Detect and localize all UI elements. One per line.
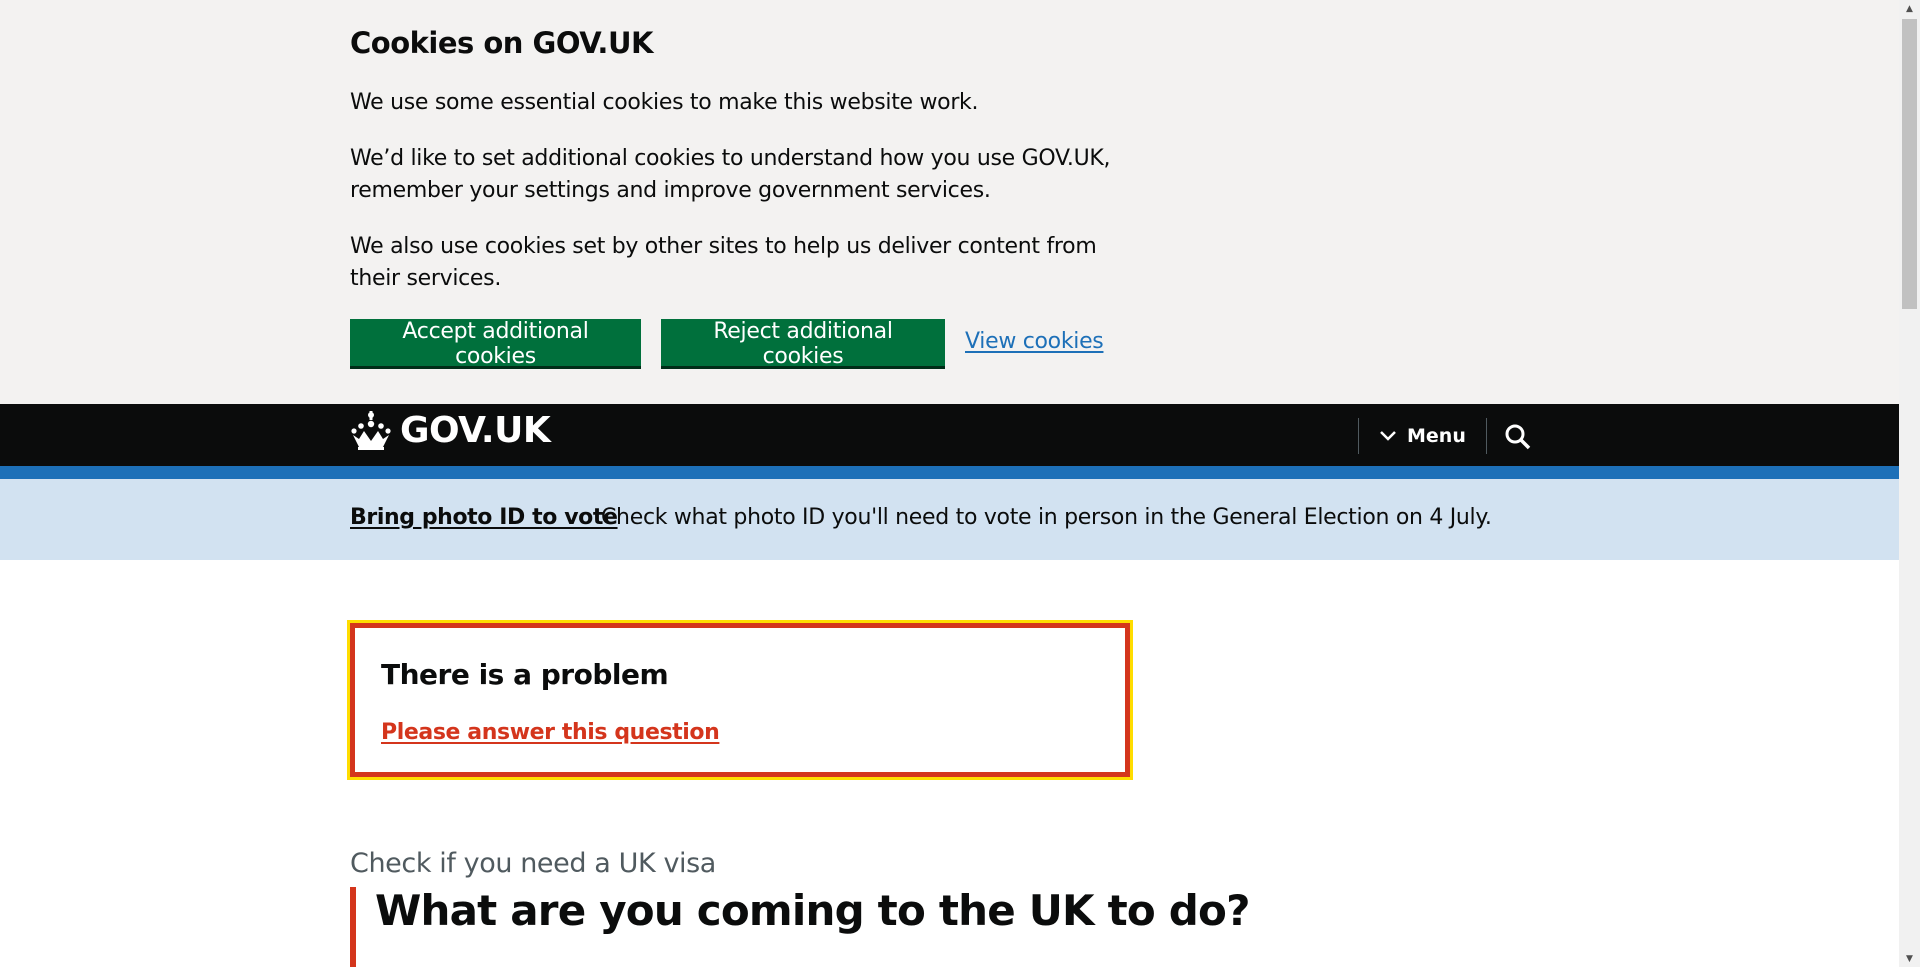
search-icon [1505, 424, 1531, 450]
govuk-logo-link[interactable]: GOV.UK [350, 410, 551, 451]
cookie-banner: Cookies on GOV.UK We use some essential … [0, 0, 1899, 404]
page: Cookies on GOV.UK We use some essential … [0, 0, 1899, 967]
global-banner-text: Check what photo ID you'll need to vote … [601, 505, 1492, 530]
chevron-down-icon [1380, 431, 1396, 441]
global-banner: Bring photo ID to vote Check what photo … [0, 479, 1899, 560]
error-left-bar [350, 887, 356, 967]
govuk-logo-text: GOV.UK [400, 410, 551, 451]
header-blue-rule [0, 466, 1899, 479]
search-toggle-button[interactable] [1488, 412, 1548, 462]
accept-cookies-button[interactable]: Accept additional cookies [350, 319, 641, 369]
menu-divider [1358, 418, 1359, 454]
menu-button[interactable]: Menu [1369, 418, 1481, 454]
cookie-banner-text-other-sites: We also use cookies set by other sites t… [350, 234, 1097, 291]
search-divider [1486, 418, 1487, 454]
page-scrollbar[interactable]: ▲ ▼ [1899, 0, 1920, 967]
error-summary-title: There is a problem [381, 658, 669, 691]
cookie-banner-title: Cookies on GOV.UK [350, 26, 653, 60]
error-summary: There is a problem Please answer this qu… [347, 620, 1133, 780]
view-cookies-link[interactable]: View cookies [965, 329, 1104, 354]
scrollbar-thumb[interactable] [1902, 19, 1917, 309]
page-title: What are you coming to the UK to do? [375, 886, 1250, 935]
reject-cookies-button[interactable]: Reject additional cookies [661, 319, 945, 369]
scroll-down-icon[interactable]: ▼ [1899, 950, 1920, 967]
page-caption: Check if you need a UK visa [350, 848, 716, 879]
photo-id-link[interactable]: Bring photo ID to vote [350, 505, 618, 530]
crown-icon [351, 410, 391, 450]
site-header: GOV.UK Menu [0, 404, 1899, 466]
menu-button-label: Menu [1407, 425, 1466, 447]
cookie-banner-text-additional: We’d like to set additional cookies to u… [350, 146, 1111, 203]
cookie-banner-text-essential: We use some essential cookies to make th… [350, 90, 979, 115]
error-answer-question-link[interactable]: Please answer this question [381, 720, 720, 745]
scroll-up-icon[interactable]: ▲ [1899, 0, 1920, 17]
